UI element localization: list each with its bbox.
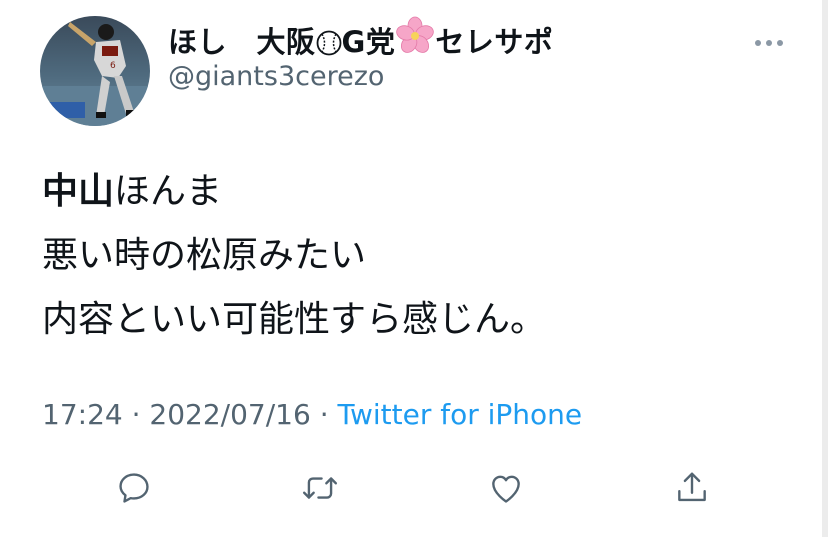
reply-icon <box>119 473 149 503</box>
display-name-text-1: ほし 大阪 <box>168 25 316 59</box>
user-handle[interactable]: @giants3cerezo <box>168 60 384 94</box>
display-name-text-2: G党 <box>341 25 396 59</box>
display-name[interactable]: ほし 大阪 G党 セレサポ <box>168 16 553 66</box>
like-icon <box>492 475 520 503</box>
tweet-line-1-rest: ほんま <box>114 171 223 212</box>
share-icon <box>678 472 706 502</box>
tweet-date: 2022/07/16 <box>149 398 311 431</box>
meta-separator: · <box>122 398 150 431</box>
reply-button[interactable] <box>112 466 156 510</box>
tweet-mention: 中山 <box>42 171 115 212</box>
tweet-line-1: 中山ほんま <box>42 160 546 224</box>
tweet-text: 中山ほんま 悪い時の松原みたい 内容といい可能性すら感じん。 <box>42 160 546 352</box>
window-edge <box>822 0 828 537</box>
retweet-button[interactable] <box>298 466 342 510</box>
meta-separator: · <box>310 398 338 431</box>
tweet-source-link[interactable]: Twitter for iPhone <box>338 398 583 431</box>
retweet-icon <box>302 477 338 499</box>
avatar-photo: 6 <box>40 16 150 126</box>
svg-text:6: 6 <box>110 61 116 71</box>
tweet-line-2: 悪い時の松原みたい <box>42 235 367 276</box>
avatar[interactable]: 6 <box>40 16 150 126</box>
tweet-line-3: 内容といい可能性すら感じん。 <box>42 299 547 340</box>
tweet-metadata: 17:24 · 2022/07/16 · Twitter for iPhone <box>42 396 582 434</box>
display-name-text-3: セレサポ <box>435 25 554 59</box>
cherry-blossom-icon <box>395 16 435 66</box>
more-options-icon[interactable] <box>754 33 784 46</box>
like-button[interactable] <box>484 466 528 510</box>
tweet-time: 17:24 <box>42 398 123 431</box>
share-button[interactable] <box>670 466 714 510</box>
